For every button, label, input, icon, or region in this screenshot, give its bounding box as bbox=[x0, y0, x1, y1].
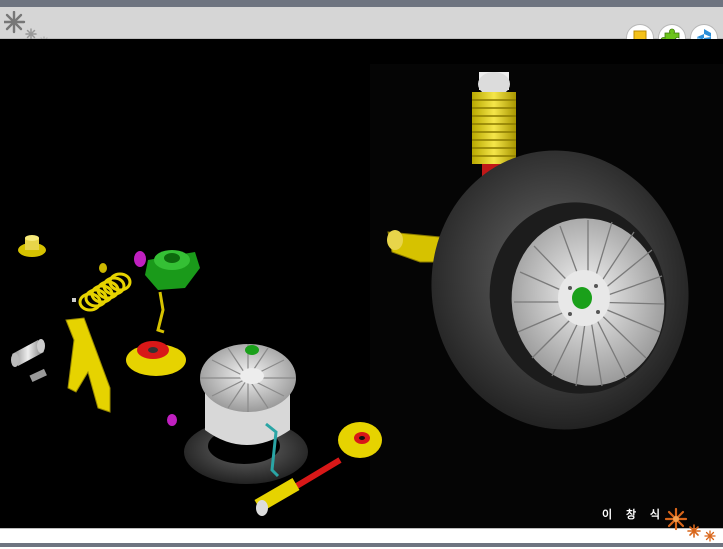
title-bar bbox=[0, 7, 723, 52]
strut-top-mount bbox=[18, 235, 46, 257]
3d-viewport bbox=[0, 39, 723, 528]
brake-disc bbox=[338, 422, 382, 458]
nut-part bbox=[99, 263, 107, 273]
author-signature: 이 창 식 bbox=[602, 508, 666, 521]
coil-spring bbox=[78, 272, 132, 312]
exploded-parts-group bbox=[11, 235, 382, 516]
orange-flower-icon bbox=[660, 505, 720, 549]
window-bottom-frame bbox=[0, 543, 723, 547]
bushing-part bbox=[134, 251, 146, 267]
brake-hub bbox=[126, 341, 186, 376]
window-top-frame bbox=[0, 0, 723, 7]
shock-cylinder bbox=[11, 339, 45, 367]
steering-knuckle bbox=[145, 250, 200, 290]
exploded-wheel bbox=[184, 344, 308, 484]
lower-control-arm bbox=[65, 317, 111, 413]
